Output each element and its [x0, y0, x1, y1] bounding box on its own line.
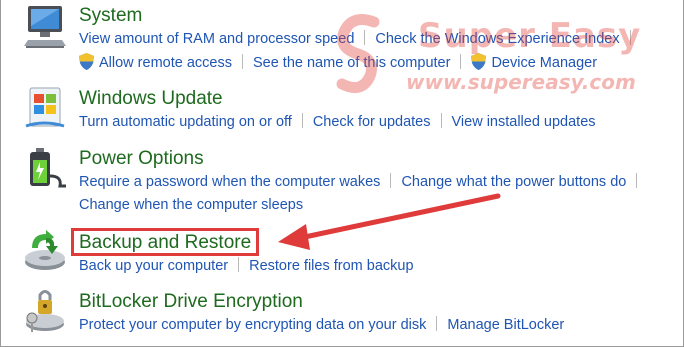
watermark-logo-icon [336, 14, 380, 94]
separator [440, 113, 442, 128]
link-row: Turn automatic updating on or off Check f… [79, 113, 596, 136]
link-back-up-computer[interactable]: Back up your computer [79, 258, 228, 274]
backup-restore-links: Back up your computer Restore files from … [79, 257, 414, 280]
bitlocker-keys-icon[interactable] [22, 288, 68, 334]
watermark-url: www.supereasy.com [406, 70, 636, 94]
section-title-power-options[interactable]: Power Options [79, 148, 204, 170]
separator [301, 113, 303, 128]
link-restore-files[interactable]: Restore files from backup [249, 258, 413, 274]
windows-update-icon[interactable] [22, 86, 68, 132]
link-view-ram-processor[interactable]: View amount of RAM and processor speed [79, 31, 354, 47]
watermark: Super Easy www.supereasy.com [332, 10, 652, 110]
watermark-brand: Super Easy [418, 16, 642, 56]
backup-restore-icon[interactable] [22, 228, 68, 274]
power-options-battery-icon[interactable] [22, 146, 68, 192]
link-check-for-updates[interactable]: Check for updates [313, 114, 431, 130]
uac-shield-icon [79, 53, 94, 70]
separator [436, 316, 438, 331]
bitlocker-links: Protect your computer by encrypting data… [79, 316, 564, 339]
section-title-system[interactable]: System [79, 5, 142, 27]
windows-update-links: Turn automatic updating on or off Check f… [79, 113, 596, 136]
link-manage-bitlocker[interactable]: Manage BitLocker [447, 317, 564, 333]
separator [390, 173, 392, 188]
link-view-installed-updates[interactable]: View installed updates [452, 114, 596, 130]
link-row: Back up your computer Restore files from … [79, 257, 414, 280]
separator [238, 257, 240, 272]
highlight-box [71, 228, 259, 256]
separator [241, 54, 243, 69]
annotation-arrow-icon [278, 193, 501, 250]
link-row: Protect your computer by encrypting data… [79, 316, 564, 339]
section-title-windows-update[interactable]: Windows Update [79, 88, 223, 110]
separator [636, 173, 638, 188]
system-computer-icon[interactable] [22, 4, 68, 50]
link-allow-remote-access[interactable]: Allow remote access [99, 55, 232, 71]
section-title-bitlocker[interactable]: BitLocker Drive Encryption [79, 291, 303, 313]
link-automatic-updating[interactable]: Turn automatic updating on or off [79, 114, 292, 130]
link-protect-computer-encrypting[interactable]: Protect your computer by encrypting data… [79, 317, 426, 333]
